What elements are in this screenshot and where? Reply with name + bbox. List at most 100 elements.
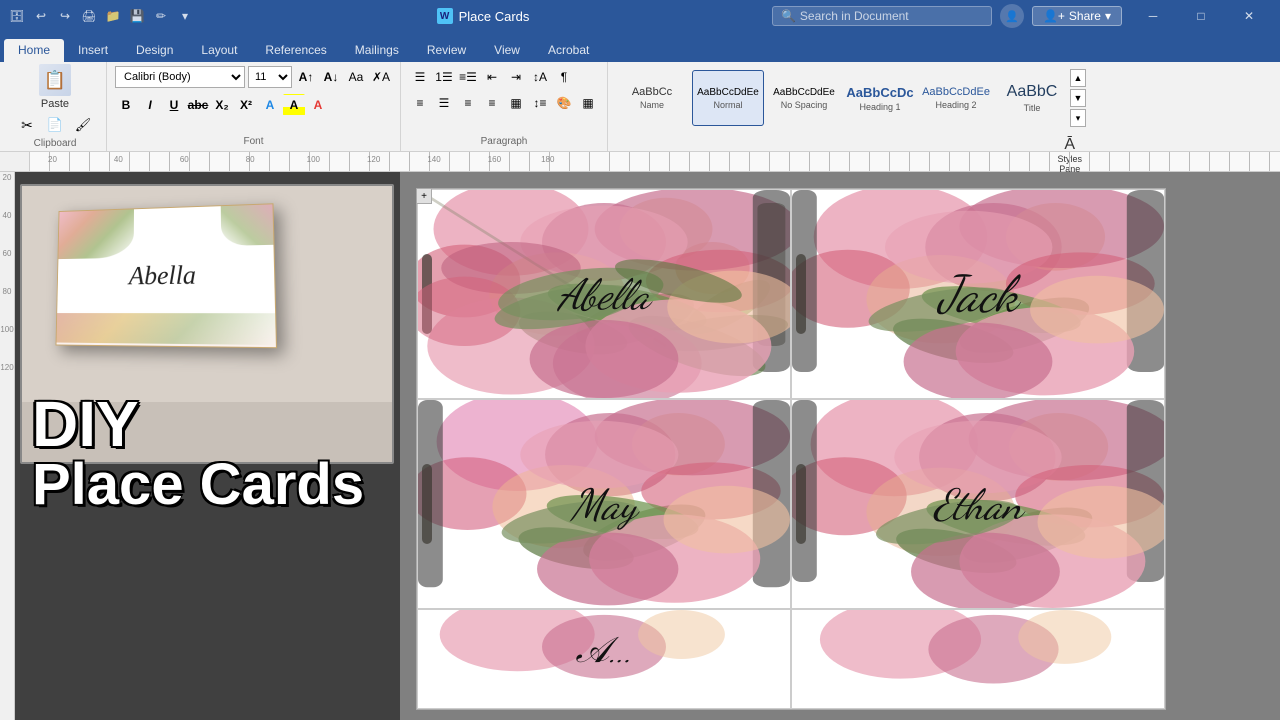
styles-down-button[interactable]: ▼: [1070, 89, 1086, 107]
bold-button[interactable]: B: [115, 94, 137, 116]
ruler-corner: [0, 152, 30, 172]
style-name[interactable]: AaBbCc Name: [616, 70, 688, 126]
document-area[interactable]: +: [400, 172, 1280, 720]
paragraph-label: Paragraph: [481, 136, 528, 147]
tab-home[interactable]: Home: [4, 39, 64, 62]
cut-button[interactable]: ✂: [16, 114, 38, 136]
undo-icon[interactable]: ↩: [32, 7, 50, 25]
open-icon[interactable]: 📁: [104, 7, 122, 25]
strikethrough-button[interactable]: abc: [187, 94, 209, 116]
minimize-button[interactable]: ─: [1130, 0, 1176, 32]
title-bar: 🗄 ↩ ↪ 🖨 📁 💾 ✏ ▾ W Place Cards 🔍 Search i…: [0, 0, 1280, 32]
tab-view[interactable]: View: [480, 39, 534, 62]
main-area: 20 40 60 80 100 120 Abella: [0, 172, 1280, 720]
place-card-may[interactable]: May: [417, 399, 791, 609]
sort-button[interactable]: ↕A: [529, 66, 551, 88]
style-heading2[interactable]: AaBbCcDdEe Heading 2: [920, 70, 992, 126]
style-no-spacing[interactable]: AaBbCcDdEe No Spacing: [768, 70, 840, 126]
change-case-button[interactable]: Aa: [345, 66, 367, 88]
close-button[interactable]: ✕: [1226, 0, 1272, 32]
place-cards-text: Place Cards: [32, 456, 376, 514]
format-painter-button[interactable]: 🖌: [72, 114, 94, 136]
style-heading1[interactable]: AaBbCcDc Heading 1: [844, 70, 916, 126]
card-name-abella: Abella: [558, 269, 650, 320]
dropdown-icon[interactable]: ▾: [176, 7, 194, 25]
print-icon[interactable]: 🖨: [80, 7, 98, 25]
subscript-button[interactable]: X₂: [211, 94, 233, 116]
tab-acrobat[interactable]: Acrobat: [534, 39, 603, 62]
add-content-button[interactable]: +: [416, 188, 432, 204]
font-color-button[interactable]: A: [307, 94, 329, 116]
styles-expand-button[interactable]: ▾: [1070, 109, 1086, 127]
show-marks-button[interactable]: ¶: [553, 66, 575, 88]
copy-button[interactable]: 📄: [44, 114, 66, 136]
style-h1-label: Heading 1: [859, 102, 900, 112]
align-center-button[interactable]: ☰: [433, 92, 455, 114]
numbering-button[interactable]: 1☰: [433, 66, 455, 88]
columns-button[interactable]: ▦: [505, 92, 527, 114]
ruler-mark-80: 80: [0, 286, 14, 324]
place-card-row3-right[interactable]: [791, 609, 1165, 709]
text-effect-button[interactable]: A: [259, 94, 281, 116]
ribbon-tabs: Home Insert Design Layout References Mai…: [0, 32, 1280, 62]
styles-up-button[interactable]: ▲: [1070, 69, 1086, 87]
thumbnail-area: Abella DIY Place Cards: [0, 172, 400, 534]
style-h1-preview: AaBbCcDc: [846, 85, 913, 100]
highlight-button[interactable]: A: [283, 94, 305, 116]
style-normal[interactable]: AaBbCcDdEe Normal: [692, 70, 764, 126]
increase-indent-button[interactable]: ⇥: [505, 66, 527, 88]
decrease-indent-button[interactable]: ⇤: [481, 66, 503, 88]
font-size-select[interactable]: 11: [248, 66, 292, 88]
tab-design[interactable]: Design: [122, 39, 187, 62]
font-grow-button[interactable]: A↑: [295, 66, 317, 88]
quick-save-icon[interactable]: 🗄: [8, 7, 26, 25]
sidebar: 20 40 60 80 100 120 Abella: [0, 172, 400, 720]
document-title: Place Cards: [459, 9, 530, 24]
redo-icon[interactable]: ↪: [56, 7, 74, 25]
maximize-button[interactable]: □: [1178, 0, 1224, 32]
style-nospace-preview: AaBbCcDdEe: [773, 87, 835, 98]
shading-button[interactable]: 🎨: [553, 92, 575, 114]
justify-button[interactable]: ≡: [481, 92, 503, 114]
search-box[interactable]: 🔍 Search in Document: [772, 6, 992, 26]
align-right-button[interactable]: ≡: [457, 92, 479, 114]
multilevel-button[interactable]: ≡☰: [457, 66, 479, 88]
paste-button[interactable]: 📋 Paste: [39, 64, 71, 110]
italic-button[interactable]: I: [139, 94, 161, 116]
style-normal-label: Normal: [713, 100, 742, 110]
clipboard-group: 📋 Paste ✂ 📄 🖌 Clipboard: [4, 62, 107, 151]
share-button[interactable]: 👤+ Share ▾: [1032, 6, 1122, 26]
font-shrink-button[interactable]: A↓: [320, 66, 342, 88]
bullets-button[interactable]: ☰: [409, 66, 431, 88]
style-title[interactable]: AaBbC Title: [996, 70, 1068, 126]
tab-insert[interactable]: Insert: [64, 39, 122, 62]
card-name-ethan: Ethan: [933, 479, 1022, 530]
save-icon[interactable]: 💾: [128, 7, 146, 25]
tab-layout[interactable]: Layout: [187, 39, 251, 62]
diy-text: DIY: [32, 392, 376, 456]
word-icon: W: [437, 8, 453, 24]
paragraph-group: ☰ 1☰ ≡☰ ⇤ ⇥ ↕A ¶ ≡ ☰ ≡ ≡ ▦ ↕≡ 🎨 ▦ Paragr…: [401, 62, 608, 151]
profile-button[interactable]: 👤: [1000, 4, 1024, 28]
font-family-select[interactable]: Calibri (Body): [115, 66, 245, 88]
align-left-button[interactable]: ≡: [409, 92, 431, 114]
borders-button[interactable]: ▦: [577, 92, 599, 114]
place-card-jack[interactable]: Jack: [791, 189, 1165, 399]
share-icon: 👤+: [1043, 9, 1065, 23]
place-card-abella[interactable]: Abella: [417, 189, 791, 399]
tab-review[interactable]: Review: [413, 39, 480, 62]
place-card-row3-left[interactable]: 𝒜...: [417, 609, 791, 709]
share-label: Share: [1069, 9, 1101, 23]
place-card-ethan[interactable]: Ethan: [791, 399, 1165, 609]
tab-mailings[interactable]: Mailings: [341, 39, 413, 62]
underline-button[interactable]: U: [163, 94, 185, 116]
ribbon: 📋 Paste ✂ 📄 🖌 Clipboard Calibri (Body) 1…: [0, 62, 1280, 152]
pen-icon[interactable]: ✏: [152, 7, 170, 25]
ruler-mark-40: 40: [0, 210, 14, 248]
superscript-button[interactable]: X²: [235, 94, 257, 116]
line-spacing-button[interactable]: ↕≡: [529, 92, 551, 114]
clear-format-button[interactable]: ✗A: [370, 66, 392, 88]
search-icon: 🔍: [781, 9, 796, 23]
tab-references[interactable]: References: [251, 39, 340, 62]
style-name-label: Name: [640, 100, 664, 110]
